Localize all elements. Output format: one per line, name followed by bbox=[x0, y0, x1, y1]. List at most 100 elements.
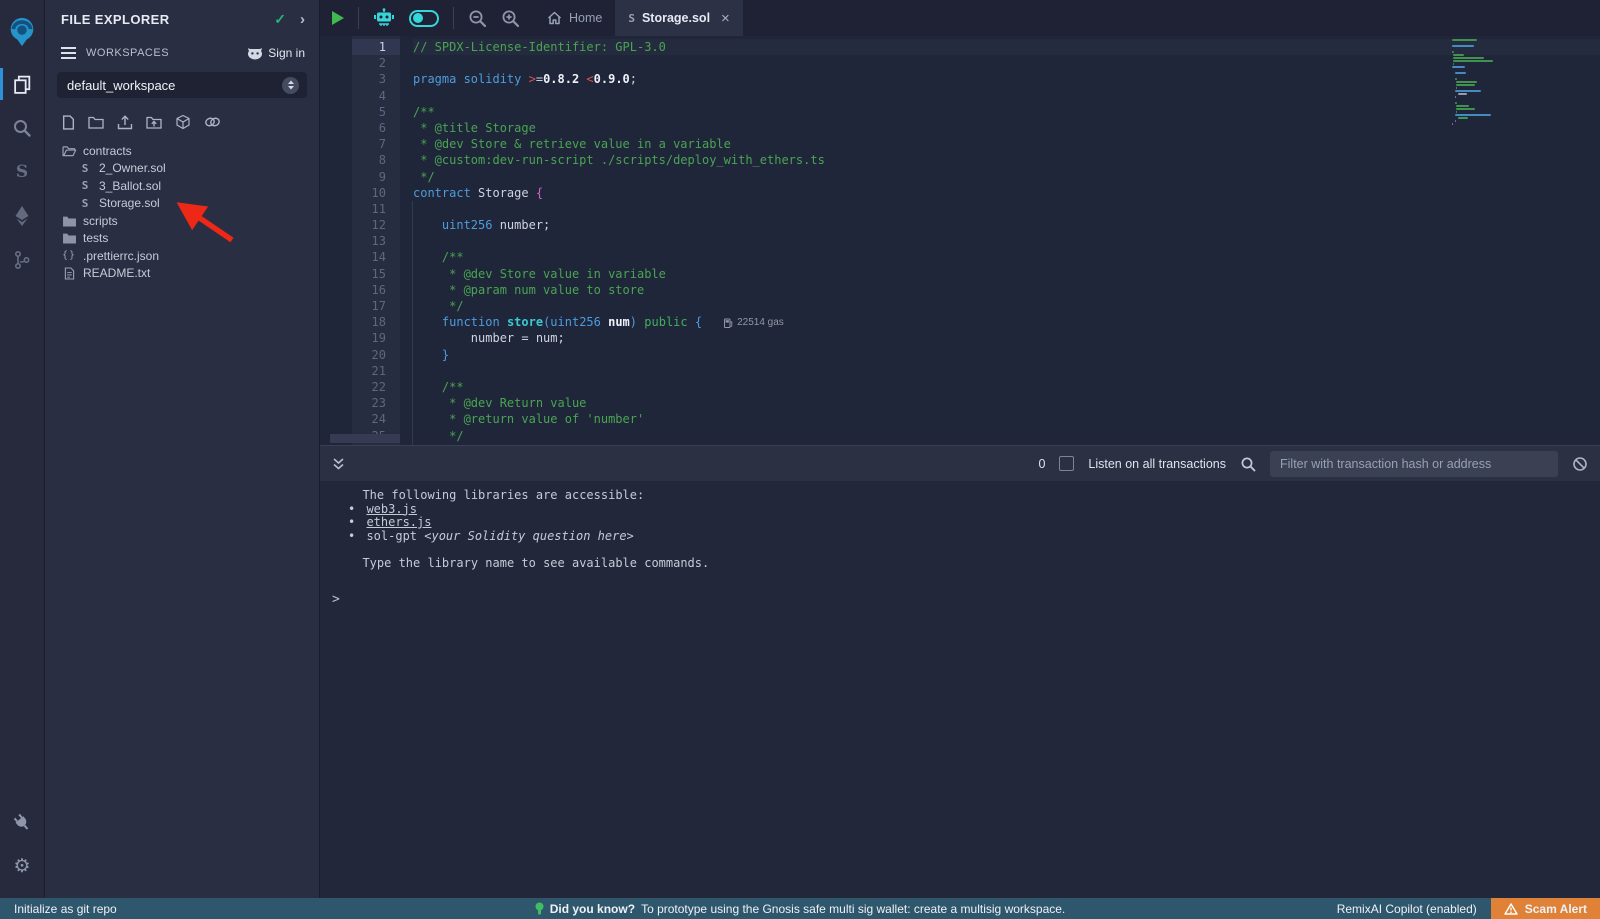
line-number: 13 bbox=[352, 233, 400, 249]
solidity-icon: S bbox=[77, 197, 93, 210]
check-icon: ✓ bbox=[274, 11, 286, 28]
editor-horizontal-scrollbar[interactable] bbox=[330, 434, 400, 443]
workspace-menu-icon[interactable] bbox=[61, 47, 76, 59]
terminal-prompt[interactable]: > bbox=[332, 592, 1600, 607]
sidebar-item-settings[interactable]: ⚙ bbox=[0, 844, 45, 888]
terminal-toolbar: 0 Listen on all transactions bbox=[320, 445, 1600, 481]
close-tab-icon[interactable]: × bbox=[721, 10, 730, 27]
code-line: function store(uint256 num) public {2251… bbox=[413, 314, 1600, 330]
line-number: 26 bbox=[352, 444, 400, 445]
terminal-line bbox=[348, 543, 1600, 557]
terminal[interactable]: The following libraries are accessible:•… bbox=[320, 481, 1600, 898]
sign-in-button[interactable]: Sign in bbox=[247, 46, 305, 60]
solidity-icon: S bbox=[77, 179, 93, 192]
tree-item--prettierrc-json[interactable]: {}.prettierrc.json bbox=[45, 247, 319, 265]
sidebar-item-git[interactable] bbox=[0, 238, 45, 282]
line-number: 2 bbox=[352, 55, 400, 71]
listen-all-transactions-checkbox[interactable] bbox=[1059, 456, 1074, 471]
code-line: // SPDX-License-Identifier: GPL-3.0 bbox=[413, 39, 1600, 55]
collapse-terminal-icon[interactable] bbox=[332, 457, 345, 471]
editor-minimap[interactable] bbox=[1450, 37, 1538, 445]
new-folder-icon[interactable] bbox=[88, 115, 104, 129]
line-number: 6 bbox=[352, 120, 400, 136]
editor-tab-bar: Home S Storage.sol × bbox=[320, 0, 1600, 36]
search-icon bbox=[12, 118, 32, 138]
clear-filter-icon[interactable] bbox=[1572, 456, 1588, 472]
tree-item-storage-sol[interactable]: SStorage.sol bbox=[45, 195, 319, 213]
copilot-toggle[interactable] bbox=[409, 10, 439, 27]
link-icon[interactable] bbox=[204, 115, 221, 129]
cube-icon[interactable] bbox=[175, 114, 191, 130]
workspace-select[interactable]: default_workspace bbox=[57, 72, 307, 98]
file-explorer-icon bbox=[12, 74, 33, 95]
tree-item-3-ballot-sol[interactable]: S3_Ballot.sol bbox=[45, 177, 319, 195]
zoom-out-icon[interactable] bbox=[468, 9, 487, 28]
line-number: 17 bbox=[352, 298, 400, 314]
terminal-line: Type the library name to see available c… bbox=[348, 557, 1600, 571]
chevron-right-icon[interactable]: › bbox=[300, 11, 305, 28]
code-line: uint256 number; bbox=[413, 217, 1600, 233]
plug-icon bbox=[9, 809, 35, 835]
terminal-link[interactable]: ethers.js bbox=[366, 515, 431, 529]
file-explorer-toolbar bbox=[45, 98, 319, 138]
tree-item-2-owner-sol[interactable]: S2_Owner.sol bbox=[45, 160, 319, 178]
line-number: 24 bbox=[352, 411, 400, 427]
remix-logo-icon[interactable] bbox=[0, 8, 45, 56]
terminal-line: • web3.js bbox=[348, 503, 1600, 517]
tab-storage-sol[interactable]: S Storage.sol × bbox=[615, 0, 742, 36]
editor-glyph-margin bbox=[320, 36, 352, 445]
editor-code: // SPDX-License-Identifier: GPL-3.0 pragm… bbox=[400, 36, 1600, 445]
solidity-compiler-icon: S bbox=[16, 162, 28, 182]
code-line: * @title Storage bbox=[413, 120, 1600, 136]
run-script-button[interactable] bbox=[332, 11, 344, 25]
code-editor[interactable]: 1234567891011121314151617181920212223242… bbox=[320, 36, 1600, 445]
code-line: * @return value of 'number' bbox=[413, 411, 1600, 427]
line-number: 10 bbox=[352, 185, 400, 201]
code-line: * @dev Store value in variable bbox=[413, 266, 1600, 282]
ai-copilot-robot-icon[interactable] bbox=[373, 8, 395, 28]
code-line bbox=[413, 363, 1600, 379]
sidebar-item-solidity-compiler[interactable]: S bbox=[0, 150, 45, 194]
solidity-file-icon: S bbox=[628, 12, 635, 25]
terminal-line: The following libraries are accessible: bbox=[348, 489, 1600, 503]
line-number: 14 bbox=[352, 249, 400, 265]
code-line: */ bbox=[413, 298, 1600, 314]
gas-estimate: 2410 gas bbox=[825, 444, 879, 445]
transaction-filter-input[interactable] bbox=[1270, 451, 1558, 477]
file-tree: contractsS2_Owner.solS3_Ballot.solSStora… bbox=[45, 138, 319, 282]
code-line bbox=[413, 201, 1600, 217]
gas-estimate: 22514 gas bbox=[724, 315, 784, 331]
terminal-search-icon bbox=[1240, 456, 1256, 472]
tree-item-scripts[interactable]: scripts bbox=[45, 212, 319, 230]
solidity-icon: S bbox=[77, 162, 93, 175]
line-number: 11 bbox=[352, 201, 400, 217]
activity-bar: S bbox=[0, 0, 45, 898]
code-line: /** bbox=[413, 249, 1600, 265]
upload-file-icon[interactable] bbox=[117, 115, 133, 130]
terminal-link[interactable]: web3.js bbox=[366, 502, 417, 516]
status-bar: Initialize as git repo Did you know? To … bbox=[0, 898, 1600, 919]
tab-home[interactable]: Home bbox=[534, 0, 615, 36]
remix-ide-window: S bbox=[0, 0, 1600, 919]
sidebar-item-search[interactable] bbox=[0, 106, 45, 150]
copilot-status[interactable]: RemixAI Copilot (enabled) bbox=[1337, 902, 1491, 916]
tree-item-readme-txt[interactable]: README.txt bbox=[45, 265, 319, 283]
code-line: number = num; bbox=[413, 330, 1600, 346]
folder-icon bbox=[61, 215, 77, 227]
sidebar-item-deploy-and-run[interactable] bbox=[0, 194, 45, 238]
scam-alert-button[interactable]: Scam Alert bbox=[1491, 898, 1600, 919]
git-init-button[interactable]: Initialize as git repo bbox=[0, 902, 117, 916]
indent-guide bbox=[412, 201, 413, 445]
code-line: pragma solidity >=0.8.2 <0.9.0; bbox=[413, 71, 1600, 87]
sidebar-item-file-explorer[interactable] bbox=[0, 62, 45, 106]
code-line: */ bbox=[413, 428, 1600, 444]
tree-item-tests[interactable]: tests bbox=[45, 230, 319, 248]
tree-item-contracts[interactable]: contracts bbox=[45, 142, 319, 160]
workspaces-label: WORKSPACES bbox=[86, 47, 247, 59]
zoom-in-icon[interactable] bbox=[501, 9, 520, 28]
gear-icon: ⚙ bbox=[13, 857, 30, 876]
new-file-icon[interactable] bbox=[62, 115, 75, 130]
upload-folder-icon[interactable] bbox=[146, 115, 162, 129]
line-number: 19 bbox=[352, 330, 400, 346]
sidebar-item-plugin-manager[interactable] bbox=[0, 800, 45, 844]
